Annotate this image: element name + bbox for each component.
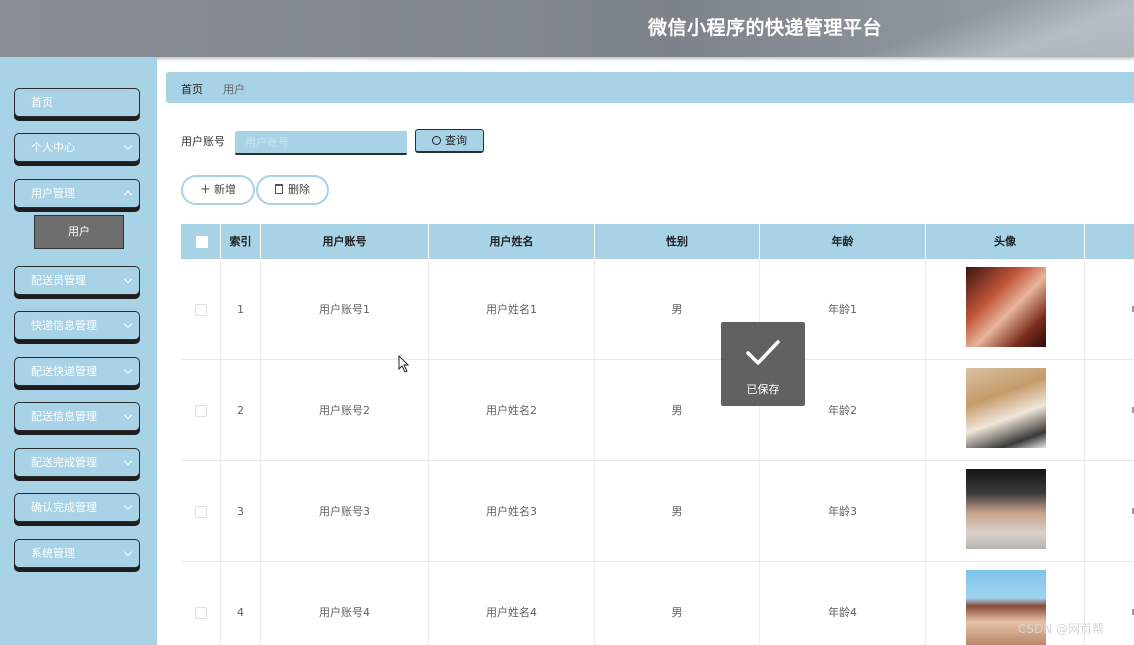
checkmark-icon [746,340,780,365]
saved-toast: 已保存 [721,322,805,406]
row-checkbox[interactable] [194,405,207,417]
sidebar-item-delivery-complete[interactable]: 配送完成管理 [14,448,140,477]
sidebar-item-label: 配送员管理 [31,274,86,287]
breadcrumb-current: 用户 [223,83,245,96]
mouse-cursor-icon [398,355,410,373]
query-button-label: 查询 [445,134,467,147]
header-select-all[interactable] [181,224,221,259]
chevron-down-icon [123,456,133,466]
plus-icon: + [200,182,211,197]
sidebar-item-system-management[interactable]: 系统管理 [14,539,140,568]
cell-index: 2 [221,360,261,461]
cell-overflow [1085,461,1134,562]
trash-icon [275,184,283,194]
cell-age: 年龄4 [760,562,926,645]
chevron-down-icon [123,141,133,151]
cell-age: 年龄3 [760,461,926,562]
row-checkbox[interactable] [194,304,207,316]
row-checkbox[interactable] [194,607,207,619]
sidebar-item-user-management[interactable]: 用户管理 [14,179,140,208]
row-select-cell[interactable] [181,562,221,645]
chevron-down-icon [123,319,133,329]
cell-account: 用户账号1 [261,259,429,360]
query-button[interactable]: 查询 [415,129,484,153]
row-select-cell[interactable] [181,259,221,360]
sidebar-item-label: 确认完成管理 [31,501,97,514]
sidebar-item-delivery-info[interactable]: 配送信息管理 [14,402,140,431]
sidebar-item-confirm-complete[interactable]: 确认完成管理 [14,493,140,522]
row-select-cell[interactable] [181,360,221,461]
breadcrumb: 首页 用户 [166,72,1134,103]
chevron-down-icon [123,274,133,284]
cell-avatar [926,259,1085,360]
sidebar-item-label: 首页 [31,96,53,109]
cell-name: 用户姓名1 [429,259,595,360]
chevron-down-icon [123,547,133,557]
sidebar-item-personal-center[interactable]: 个人中心 [14,133,140,162]
sidebar-item-express-info[interactable]: 快递信息管理 [14,311,140,340]
cell-account: 用户账号4 [261,562,429,645]
add-button[interactable]: + 新增 [181,175,255,205]
cell-account: 用户账号3 [261,461,429,562]
column-header: 用户账号 [261,224,429,259]
sidebar-item-home[interactable]: 首页 [14,88,140,117]
sidebar-subitem-users[interactable]: 用户 [34,215,124,249]
delete-button[interactable]: 删除 [256,175,329,205]
sidebar-item-courier-management[interactable]: 配送员管理 [14,266,140,295]
cell-name: 用户姓名2 [429,360,595,461]
row-select-cell[interactable] [181,461,221,562]
table-row[interactable]: 4 用户账号4 用户姓名4 男 年龄4 [181,562,1134,645]
column-header: 索引 [221,224,261,259]
breadcrumb-home[interactable]: 首页 [181,81,203,97]
add-button-label: 新增 [213,183,236,196]
cell-avatar [926,360,1085,461]
cell-overflow [1085,259,1134,360]
cell-index: 3 [221,461,261,562]
select-all-checkbox[interactable] [196,236,208,248]
column-header-overflow [1085,224,1134,259]
search-label: 用户账号 [181,135,225,148]
column-header: 头像 [926,224,1085,259]
table-row[interactable]: 3 用户账号3 用户姓名3 男 年龄3 [181,461,1134,562]
table-row[interactable]: 2 用户账号2 用户姓名2 男 年龄2 [181,360,1134,461]
sidebar-item-label: 系统管理 [31,547,75,560]
cell-name: 用户姓名4 [429,562,595,645]
chevron-down-icon [123,501,133,511]
cell-avatar [926,461,1085,562]
sidebar-item-label: 配送快递管理 [31,365,97,378]
chevron-down-icon [123,365,133,375]
user-table: 索引 用户账号 用户姓名 性别 年龄 头像 1 用户账号1 用户姓名1 男 年龄… [181,224,1134,645]
sidebar-item-label: 配送信息管理 [31,410,97,423]
column-header: 用户姓名 [429,224,595,259]
app-title: 微信小程序的快递管理平台 [648,17,883,39]
cell-gender: 男 [595,461,760,562]
cell-gender: 男 [595,562,760,645]
table-header: 索引 用户账号 用户姓名 性别 年龄 头像 [181,224,1134,259]
cell-account: 用户账号2 [261,360,429,461]
delete-button-label: 删除 [288,183,310,196]
table-row[interactable]: 1 用户账号1 用户姓名1 男 年龄1 [181,259,1134,360]
watermark: CSDN @网页帮 [1018,622,1105,636]
cell-index: 4 [221,562,261,645]
sidebar-item-label: 用户管理 [31,187,75,200]
sidebar-item-delivery-express[interactable]: 配送快递管理 [14,357,140,386]
top-header: 微信小程序的快递管理平台 [0,0,1134,57]
sidebar-item-label: 配送完成管理 [31,456,97,469]
avatar-image [966,368,1046,448]
toast-message: 已保存 [746,383,780,396]
search-input[interactable] [235,131,407,155]
cell-index: 1 [221,259,261,360]
avatar-image [966,469,1046,549]
chevron-down-icon [123,410,133,420]
sidebar-item-label: 快递信息管理 [31,319,97,332]
search-icon [432,136,441,145]
avatar-image [966,267,1046,347]
cell-name: 用户姓名3 [429,461,595,562]
chevron-up-icon [123,190,133,200]
sidebar-item-label: 个人中心 [31,141,75,154]
cell-overflow [1085,360,1134,461]
row-checkbox[interactable] [194,506,207,518]
column-header: 年龄 [760,224,926,259]
column-header: 性别 [595,224,760,259]
